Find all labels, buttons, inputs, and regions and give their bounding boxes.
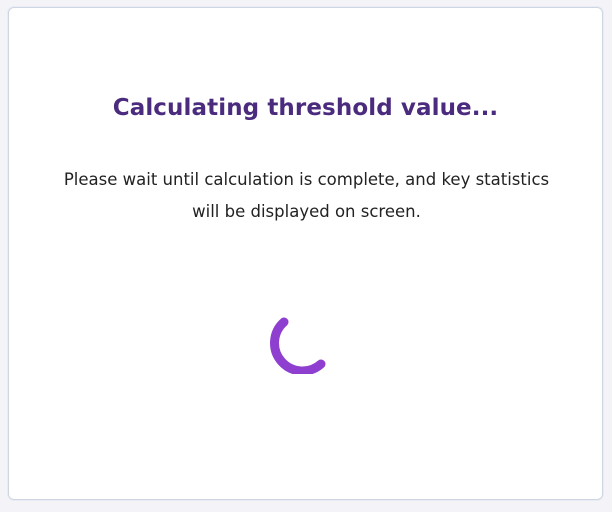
dialog-title: Calculating threshold value... bbox=[112, 95, 499, 121]
loading-spinner-icon bbox=[270, 317, 326, 374]
page: Calculating threshold value... Please wa… bbox=[0, 0, 612, 512]
spinner-arc bbox=[270, 317, 326, 374]
dialog-message: Please wait until calculation is complet… bbox=[63, 170, 550, 221]
loading-dialog: Calculating threshold value... Please wa… bbox=[8, 7, 603, 500]
